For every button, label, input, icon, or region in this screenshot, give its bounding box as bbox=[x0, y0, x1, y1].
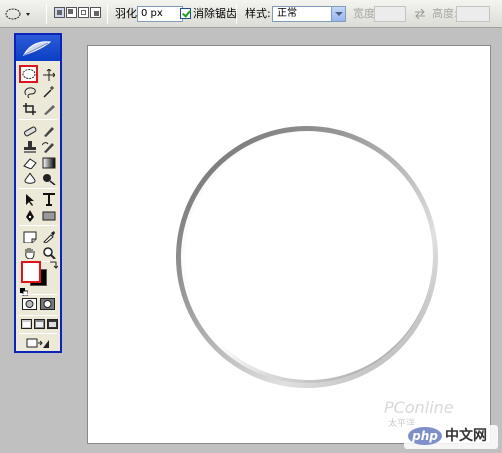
clone-stamp-tool[interactable] bbox=[21, 139, 39, 154]
imageready-icon bbox=[26, 338, 49, 348]
swap-colors-icon[interactable] bbox=[49, 260, 59, 273]
ring-inner bbox=[185, 132, 433, 380]
height-input[interactable] bbox=[456, 6, 490, 22]
slice-tool[interactable] bbox=[40, 101, 58, 116]
history-brush-tool[interactable] bbox=[40, 139, 58, 154]
php-badge-text: 中文网 bbox=[445, 428, 487, 444]
brush-tool[interactable] bbox=[40, 123, 58, 138]
drop-icon bbox=[24, 172, 36, 184]
eyedropper-icon bbox=[43, 230, 55, 243]
magic-wand-tool[interactable] bbox=[40, 84, 58, 99]
blur-tool[interactable] bbox=[21, 171, 39, 186]
full-screen-mode-button[interactable] bbox=[47, 319, 58, 332]
standard-screen-mode-button[interactable] bbox=[21, 319, 32, 332]
history-brush-icon bbox=[42, 141, 54, 153]
quick-mask-icon bbox=[43, 300, 52, 308]
screen-mode-icon bbox=[21, 319, 32, 329]
chevron-down-icon bbox=[331, 7, 345, 21]
antialias-label: 消除锯齿 bbox=[193, 7, 237, 20]
magic-wand-icon bbox=[43, 85, 54, 98]
bandage-icon bbox=[24, 125, 37, 136]
path-selection-tool[interactable] bbox=[21, 192, 39, 207]
move-tool[interactable] bbox=[40, 67, 58, 82]
move-icon bbox=[43, 68, 55, 81]
antialias-checkbox[interactable] bbox=[180, 8, 191, 19]
standard-mode-icon bbox=[25, 300, 34, 308]
arrow-icon bbox=[26, 193, 34, 206]
gradient-icon bbox=[42, 157, 56, 168]
standard-mode-button[interactable] bbox=[22, 298, 37, 310]
dodge-icon bbox=[43, 173, 56, 185]
lasso-tool[interactable] bbox=[21, 84, 39, 99]
add-to-selection-button[interactable] bbox=[66, 7, 77, 18]
toolbox bbox=[14, 33, 62, 353]
height-label: 高度: bbox=[432, 7, 458, 20]
dodge-tool[interactable] bbox=[40, 171, 58, 186]
elliptical-marquee-icon bbox=[5, 8, 30, 20]
zoom-icon bbox=[43, 246, 56, 259]
notes-tool[interactable] bbox=[21, 229, 39, 244]
jump-to-imageready-button[interactable] bbox=[26, 337, 50, 352]
subtract-from-selection-button[interactable] bbox=[78, 7, 89, 18]
rectangle-tool[interactable] bbox=[40, 208, 58, 223]
new-selection-button[interactable] bbox=[54, 7, 65, 18]
style-select-value: 正常 bbox=[277, 8, 297, 19]
ring-artwork bbox=[176, 126, 438, 388]
type-icon bbox=[43, 193, 55, 206]
note-icon bbox=[23, 231, 37, 243]
hand-icon bbox=[25, 247, 35, 259]
rectangle-icon bbox=[42, 211, 56, 220]
pen-icon bbox=[26, 209, 34, 222]
feather-input[interactable]: 0 px bbox=[137, 6, 183, 22]
foreground-color-swatch[interactable] bbox=[21, 261, 41, 283]
hand-tool[interactable] bbox=[21, 245, 39, 260]
pen-tool[interactable] bbox=[21, 208, 39, 223]
brush-icon bbox=[44, 126, 54, 137]
stamp-icon bbox=[24, 140, 36, 153]
screen-mode-icon bbox=[47, 319, 58, 329]
pconline-watermark: PConline bbox=[384, 398, 454, 417]
zoom-tool[interactable] bbox=[40, 245, 58, 260]
crop-icon bbox=[23, 102, 36, 115]
toolbox-header[interactable] bbox=[16, 35, 60, 61]
document-canvas[interactable] bbox=[87, 45, 491, 444]
style-label: 样式: bbox=[245, 7, 271, 20]
eyedropper-tool[interactable] bbox=[40, 229, 58, 244]
screen-mode-icon bbox=[34, 319, 45, 329]
elliptical-marquee-icon bbox=[22, 69, 35, 79]
intersect-selection-button[interactable] bbox=[90, 7, 101, 18]
php-logo: php bbox=[408, 427, 442, 445]
width-input[interactable] bbox=[374, 6, 406, 22]
healing-brush-tool[interactable] bbox=[21, 123, 39, 138]
lasso-icon bbox=[24, 86, 36, 98]
eraser-icon bbox=[23, 157, 37, 169]
full-screen-menu-mode-button[interactable] bbox=[34, 319, 45, 332]
gradient-tool[interactable] bbox=[40, 155, 58, 170]
feather-logo-icon bbox=[23, 41, 52, 56]
elliptical-marquee-tool[interactable] bbox=[19, 65, 38, 83]
swap-dimensions-icon[interactable] bbox=[414, 8, 426, 23]
type-tool[interactable] bbox=[40, 192, 58, 207]
quick-mask-button[interactable] bbox=[40, 298, 55, 310]
crop-tool[interactable] bbox=[21, 101, 39, 116]
style-select[interactable]: 正常 bbox=[272, 6, 346, 22]
options-bar: 羽化: 0 px 消除锯齿 样式: 正常 宽度: 高度: bbox=[0, 0, 502, 28]
tool-preset-picker[interactable] bbox=[4, 6, 34, 22]
slice-icon bbox=[44, 104, 55, 115]
eraser-tool[interactable] bbox=[21, 155, 39, 170]
